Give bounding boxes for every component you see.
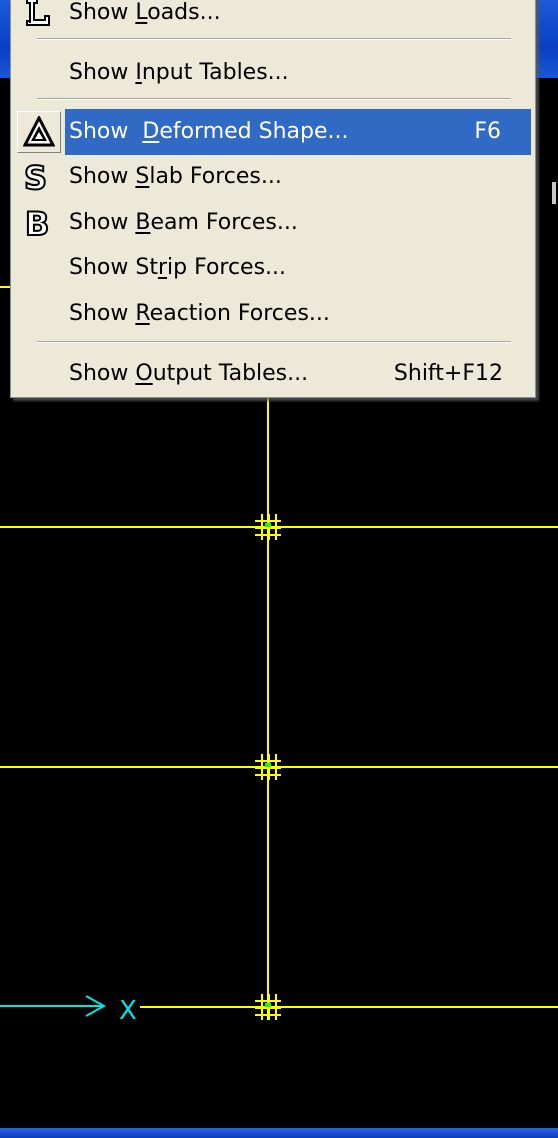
x-axis-arrow-icon: X bbox=[0, 995, 137, 1026]
menu-item-show-input-tables[interactable]: Show Input Tables... bbox=[11, 53, 535, 93]
deformed-shape-icon bbox=[23, 116, 55, 147]
menu-separator bbox=[37, 38, 511, 40]
menu-separator bbox=[37, 98, 511, 100]
node-marker[interactable] bbox=[253, 992, 283, 1022]
node-marker[interactable] bbox=[253, 752, 283, 782]
menu-separator bbox=[37, 341, 511, 343]
b-letter-icon: B bbox=[24, 207, 50, 239]
menu-item-show-slab-forces[interactable]: S Show Slab Forces... bbox=[11, 157, 535, 197]
svg-text:B: B bbox=[25, 207, 49, 239]
display-menu: Show Loads... Show Input Tables... Show … bbox=[10, 0, 536, 398]
status-bar-edge bbox=[0, 1128, 558, 1138]
node-marker[interactable] bbox=[253, 512, 283, 542]
svg-text:S: S bbox=[24, 161, 47, 193]
window-edge-marker bbox=[552, 182, 556, 204]
shortcut-label: F6 bbox=[474, 119, 501, 144]
grid-line-horizontal bbox=[140, 1006, 558, 1008]
grid-line-vertical bbox=[267, 396, 269, 1020]
menu-item-show-loads[interactable]: Show Loads... bbox=[11, 0, 535, 33]
menu-item-show-beam-forces[interactable]: B Show Beam Forces... bbox=[11, 203, 535, 243]
menu-item-show-strip-forces[interactable]: Show Strip Forces... bbox=[11, 248, 535, 288]
axis-label: X bbox=[119, 996, 137, 1026]
app-window: X Show Loads... Show Input Tables... Sho… bbox=[0, 0, 558, 1138]
menu-item-show-output-tables[interactable]: Show Output Tables... Shift+F12 bbox=[11, 354, 535, 394]
s-letter-icon: S bbox=[23, 161, 48, 193]
shortcut-label: Shift+F12 bbox=[393, 361, 503, 386]
menu-item-show-deformed-shape[interactable]: Show Deformed Shape... F6 bbox=[11, 109, 535, 155]
l-letter-icon bbox=[26, 0, 50, 26]
menu-item-show-reaction-forces[interactable]: Show Reaction Forces... bbox=[11, 294, 535, 334]
